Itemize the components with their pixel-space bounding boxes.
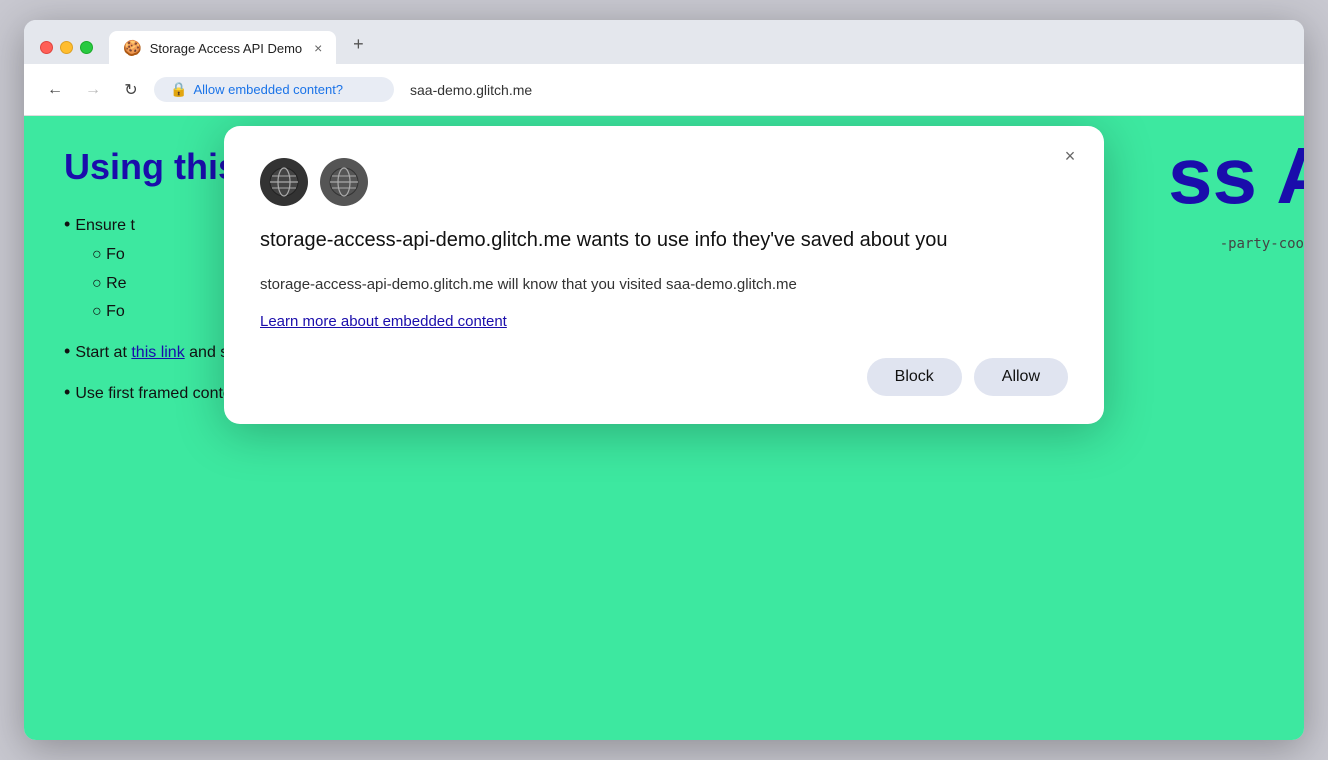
page-content: Using this Ensure t Fo Re Fo Start at th…	[24, 116, 1304, 740]
tab-close-button[interactable]: ×	[314, 40, 322, 56]
new-tab-button[interactable]: +	[344, 30, 372, 58]
maximize-traffic-light[interactable]	[80, 41, 93, 54]
permission-chip[interactable]: 🔒 Allow embedded content?	[170, 81, 343, 98]
url-display[interactable]: saa-demo.glitch.me	[410, 82, 1288, 98]
lock-icon: 🔒	[170, 81, 187, 98]
forward-button[interactable]: →	[78, 75, 108, 105]
globe-icon-1	[260, 158, 308, 206]
dialog-buttons: Block Allow	[260, 358, 1068, 396]
traffic-lights	[40, 41, 93, 54]
reload-button[interactable]: ↻	[116, 75, 146, 105]
active-tab[interactable]: 🍪 Storage Access API Demo ×	[109, 31, 336, 65]
minimize-traffic-light[interactable]	[60, 41, 73, 54]
block-button[interactable]: Block	[867, 358, 962, 396]
learn-more-link[interactable]: Learn more about embedded content	[260, 313, 507, 330]
permission-text: Allow embedded content?	[193, 82, 343, 97]
dialog-sub-text: storage-access-api-demo.glitch.me will k…	[260, 274, 1068, 297]
allow-button[interactable]: Allow	[974, 358, 1068, 396]
dialog-close-button[interactable]: ×	[1056, 142, 1084, 170]
title-bar: 🍪 Storage Access API Demo × +	[24, 20, 1304, 64]
tab-favicon: 🍪	[123, 39, 142, 57]
close-traffic-light[interactable]	[40, 41, 53, 54]
dialog-overlay: ×	[24, 116, 1304, 740]
browser-window: 🍪 Storage Access API Demo × + ← → ↻ 🔒 Al…	[24, 20, 1304, 740]
address-bar[interactable]: 🔒 Allow embedded content?	[154, 77, 394, 102]
globe-icon-2	[320, 158, 368, 206]
back-button[interactable]: ←	[40, 75, 70, 105]
nav-bar: ← → ↻ 🔒 Allow embedded content? saa-demo…	[24, 64, 1304, 116]
dialog-icons	[260, 158, 1068, 206]
storage-access-dialog: ×	[224, 126, 1104, 424]
tab-title: Storage Access API Demo	[150, 41, 302, 56]
dialog-main-text: storage-access-api-demo.glitch.me wants …	[260, 226, 1068, 254]
